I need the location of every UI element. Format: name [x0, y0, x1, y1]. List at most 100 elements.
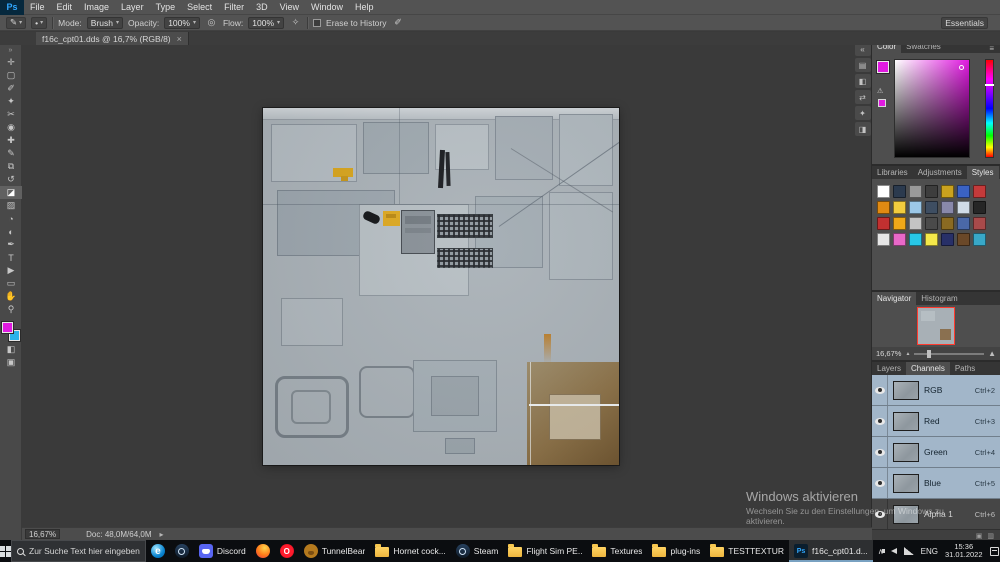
channel-row[interactable]: Red Ctrl+3 [872, 406, 1000, 437]
menu-item[interactable]: Image [78, 0, 115, 15]
panel-tab[interactable]: Channels [906, 362, 950, 375]
foreground-background-colors[interactable] [1, 322, 20, 341]
style-swatch[interactable] [941, 217, 954, 230]
taskbar-item[interactable]: Hornet cock... [370, 540, 450, 562]
tool-type[interactable]: T [0, 251, 22, 264]
navigator-thumbnail[interactable] [917, 307, 955, 345]
style-swatch[interactable] [925, 185, 938, 198]
menu-item[interactable]: 3D [250, 0, 274, 15]
style-swatch[interactable] [893, 233, 906, 246]
web-color-cube-icon[interactable] [878, 99, 886, 107]
canvas-document[interactable] [263, 108, 619, 465]
collapsed-panel-icon[interactable]: ⇄ [854, 90, 871, 104]
style-swatch[interactable] [973, 233, 986, 246]
tool-hand[interactable]: ✋ [0, 290, 22, 303]
tool-eyedropper[interactable]: ◉ [0, 121, 22, 134]
panel-tab[interactable]: Paths [950, 362, 980, 375]
style-swatch[interactable] [877, 201, 890, 214]
flow-input[interactable]: 100% ▾ [248, 16, 285, 29]
style-swatch[interactable] [909, 233, 922, 246]
style-swatch[interactable] [973, 185, 986, 198]
menu-item[interactable]: Edit [51, 0, 79, 15]
quick-mask-button[interactable]: ◧ [0, 343, 22, 356]
visibility-toggle[interactable] [872, 437, 888, 467]
toolbar-collapse-icon[interactable]: » [0, 45, 21, 56]
saturation-brightness-field[interactable] [894, 59, 970, 158]
style-swatch[interactable] [941, 201, 954, 214]
style-swatch[interactable] [925, 233, 938, 246]
tool-dodge[interactable]: ◐ [0, 225, 22, 238]
close-icon[interactable]: × [177, 34, 182, 44]
panel-tab[interactable]: Libraries [872, 166, 913, 179]
menu-item[interactable]: Layer [115, 0, 150, 15]
panel-tab[interactable]: Layers [872, 362, 906, 375]
taskbar-item[interactable]: Flight Sim PE... [503, 540, 587, 562]
clock[interactable]: 15:36 31.01.2022 [945, 542, 983, 560]
tool-history-brush[interactable]: ↺ [0, 173, 22, 186]
menu-item[interactable]: Select [181, 0, 218, 15]
hue-slider[interactable] [985, 59, 994, 158]
zoom-in-icon[interactable]: ▲ [988, 349, 996, 358]
tool-move[interactable]: ✛ [0, 56, 22, 69]
pressure-size-icon[interactable]: ✐ [392, 17, 405, 29]
style-swatch[interactable] [957, 185, 970, 198]
photoshop-logo[interactable]: Ps [0, 0, 24, 15]
style-swatch[interactable] [957, 217, 970, 230]
tool-quick-selection[interactable]: ✦ [0, 95, 22, 108]
delete-channel-icon[interactable]: ▥ [987, 532, 994, 540]
panel-tab[interactable]: Styles [966, 166, 999, 179]
style-swatch[interactable] [957, 201, 970, 214]
taskbar-item[interactable]: e [146, 540, 170, 562]
menu-item[interactable]: Window [305, 0, 349, 15]
tool-lasso[interactable]: ✐ [0, 82, 22, 95]
style-swatch[interactable] [909, 185, 922, 198]
channel-row[interactable]: Green Ctrl+4 [872, 437, 1000, 468]
document-tab[interactable]: f16c_cpt01.dds @ 16,7% (RGB/8) × [36, 32, 189, 45]
network-icon[interactable] [903, 547, 914, 555]
collapsed-panel-icon[interactable]: ▤ [854, 58, 871, 72]
tool-crop[interactable]: ✂ [0, 108, 22, 121]
status-zoom-input[interactable]: 16,67% [25, 529, 61, 539]
tool-shape[interactable]: ▭ [0, 277, 22, 290]
menu-item[interactable]: View [274, 0, 305, 15]
style-swatch[interactable] [893, 217, 906, 230]
style-swatch[interactable] [877, 233, 890, 246]
workspace-switcher[interactable]: Essentials [941, 16, 988, 29]
taskbar-item[interactable] [251, 540, 275, 562]
style-swatch[interactable] [941, 185, 954, 198]
taskbar-item[interactable]: Discord [194, 540, 251, 562]
tool-pen[interactable]: ✒ [0, 238, 22, 251]
pressure-opacity-icon[interactable]: ◎ [205, 17, 218, 29]
start-button[interactable] [0, 540, 11, 562]
style-swatch[interactable] [893, 201, 906, 214]
tool-preset-picker[interactable]: ✎ ▾ [6, 16, 27, 29]
brush-preset-picker[interactable]: • ▾ [31, 16, 48, 29]
navigator-zoom-slider[interactable] [914, 349, 985, 358]
slider-thumb[interactable] [926, 349, 931, 358]
taskbar-item[interactable]: O [275, 540, 299, 562]
style-swatch[interactable] [941, 233, 954, 246]
taskbar-item[interactable] [170, 540, 194, 562]
taskbar-item[interactable]: Ps f16c_cpt01.d... [789, 540, 873, 562]
menu-item[interactable]: File [24, 0, 51, 15]
panel-tab[interactable]: Navigator [872, 292, 917, 305]
collapsed-panel-icon[interactable]: ✦ [854, 106, 871, 120]
panel-tab[interactable]: Histogram [916, 292, 962, 305]
taskbar-item[interactable]: TESTTEXTUR [705, 540, 789, 562]
style-swatch[interactable] [957, 233, 970, 246]
menu-item[interactable]: Filter [218, 0, 250, 15]
taskbar-item[interactable]: Textures [587, 540, 647, 562]
panel-tab[interactable]: Adjustments [913, 166, 967, 179]
style-swatch[interactable] [973, 217, 986, 230]
visibility-toggle[interactable] [872, 468, 888, 498]
tool-zoom[interactable]: ⚲ [0, 303, 22, 316]
style-swatch[interactable] [877, 217, 890, 230]
collapsed-panel-icon[interactable]: ◨ [854, 122, 871, 136]
style-swatch[interactable] [925, 201, 938, 214]
status-menu-arrow-icon[interactable]: ▸ [160, 530, 164, 539]
navigator-zoom-value[interactable]: 16,67% [876, 349, 901, 358]
style-swatch[interactable] [973, 201, 986, 214]
tool-clone-stamp[interactable]: ⧉ [0, 160, 22, 173]
screen-mode-button[interactable]: ▣ [0, 356, 22, 369]
menu-item[interactable]: Type [150, 0, 182, 15]
